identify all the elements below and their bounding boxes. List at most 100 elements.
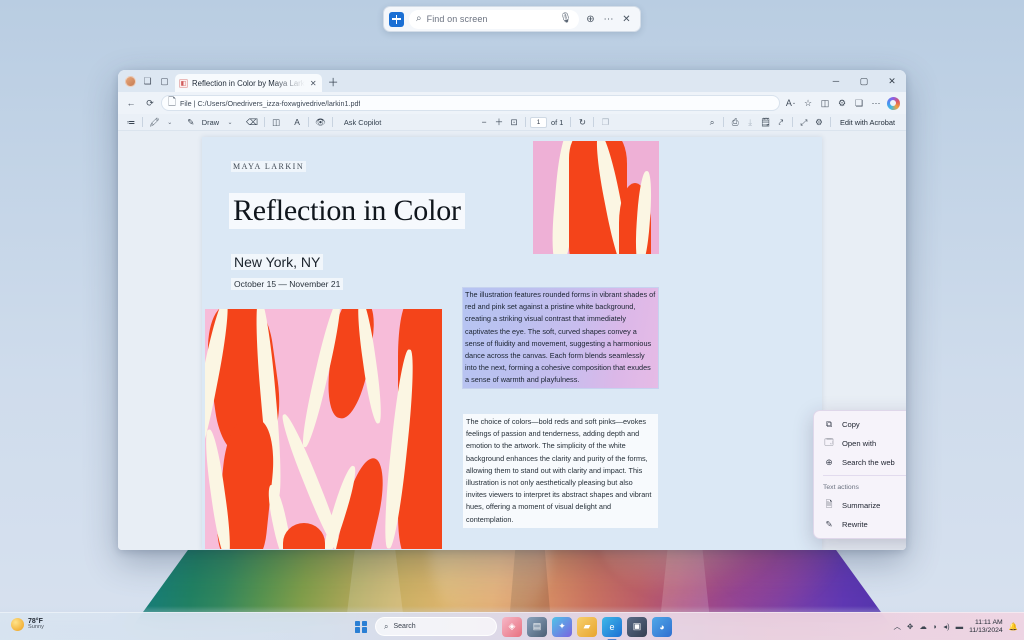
collections-icon[interactable]: ❏ xyxy=(141,75,154,88)
highlighter-icon[interactable]: 🖍 xyxy=(147,115,162,129)
pdf-file-icon: ◧ xyxy=(179,79,188,88)
pdf-toolbar: ≔ 🖍 ⌄ ✎ Draw ⌄ ⌫ ◫ A 👁 Ask Copilot − ＋ ⊡… xyxy=(118,114,906,131)
print-icon[interactable]: ⎙ xyxy=(728,115,742,129)
rotate-icon[interactable]: ↻ xyxy=(575,115,589,129)
read-aloud-icon[interactable]: 👁 xyxy=(313,115,328,129)
document-city: New York, NY xyxy=(231,254,323,270)
find-on-screen-placeholder: Find on screen xyxy=(427,14,488,24)
pdf-viewer: MAYA LARKIN Reflection in Color New York… xyxy=(118,131,906,550)
context-menu-item-rewrite[interactable]: ✎ Rewrite › xyxy=(817,515,906,534)
windows-taskbar[interactable]: 78°F Sunny ⌕ Search ◈ ▤ ✦ ▰ e ▣ ◕ ︿ ✥ ☁ … xyxy=(0,612,1024,640)
split-screen-icon[interactable]: ▢ xyxy=(158,75,171,88)
address-bar-url: File | C:/Users/Onedrivers_izza-foxwgive… xyxy=(180,99,360,108)
taskbar-search-label: Search xyxy=(393,623,415,630)
close-icon[interactable]: ✕ xyxy=(618,11,635,28)
file-explorer-icon[interactable]: ▰ xyxy=(577,617,597,637)
highlight-chevron-down-icon[interactable]: ⌄ xyxy=(163,115,177,129)
notification-bell-icon[interactable]: 🔔 xyxy=(1009,622,1018,631)
search-web-label: Search the web xyxy=(842,458,906,467)
copilot-app-icon[interactable]: ✦ xyxy=(552,617,572,637)
table-of-contents-icon[interactable]: ≔ xyxy=(124,115,138,129)
open-with-icon: 🗔 xyxy=(823,437,835,451)
settings-gear-icon[interactable]: ⚙ xyxy=(812,115,826,129)
pdf-page: MAYA LARKIN Reflection in Color New York… xyxy=(202,137,822,550)
edge-browser-icon[interactable]: e xyxy=(602,617,622,637)
share-icon[interactable]: ⤤ xyxy=(774,115,788,129)
clock-date: 11/13/2024 xyxy=(969,627,1003,635)
summarize-icon: 🗎 xyxy=(823,499,835,513)
store-icon[interactable]: ▣ xyxy=(627,617,647,637)
extensions-puzzle-icon[interactable]: ⚙ xyxy=(834,95,850,111)
star-favorite-icon[interactable]: ☆ xyxy=(800,95,816,111)
search-icon[interactable]: ⌕ xyxy=(705,115,719,129)
fit-to-page-icon[interactable]: ⊡ xyxy=(507,115,521,129)
context-menu-item-copy[interactable]: ⧉ Copy Ctrl+C xyxy=(817,415,906,434)
close-window-icon[interactable]: ✕ xyxy=(878,70,906,92)
browser-tab[interactable]: ◧ Reflection in Color by Maya Lark ✕ xyxy=(175,74,322,92)
close-tab-icon[interactable]: ✕ xyxy=(309,79,318,88)
weather-condition: Sunny xyxy=(28,625,44,631)
draw-chevron-down-icon[interactable]: ⌄ xyxy=(223,115,237,129)
edge-browser-window[interactable]: ❏ ▢ ◧ Reflection in Color by Maya Lark ✕… xyxy=(118,70,906,550)
refresh-icon[interactable]: ⟳ xyxy=(142,95,158,111)
split-screen-icon[interactable]: ◫ xyxy=(817,95,833,111)
cloud-icon[interactable]: ☁ xyxy=(919,622,927,631)
selected-paragraph[interactable]: The illustration features rounded forms … xyxy=(463,288,658,388)
context-menu-item-summarize[interactable]: 🗎 Summarize xyxy=(817,496,906,515)
context-menu-item-search-web[interactable]: ⊕ Search the web xyxy=(817,453,906,472)
page-layout-icon[interactable]: ❐ xyxy=(598,115,612,129)
edit-with-acrobat-button[interactable]: Edit with Acrobat xyxy=(835,117,900,128)
draw-pen-icon[interactable]: ✎ xyxy=(184,115,198,129)
taskbar-center-group: ⌕ Search ◈ ▤ ✦ ▰ e ▣ ◕ xyxy=(352,617,672,637)
address-bar[interactable]: 🗋 File | C:/Users/Onedrivers_izza-foxwgi… xyxy=(161,95,780,111)
draw-label[interactable]: Draw xyxy=(199,118,222,127)
photos-icon[interactable]: ◕ xyxy=(652,617,672,637)
context-menu[interactable]: ⧉ Copy Ctrl+C 🗔 Open with › ⊕ Search the… xyxy=(813,410,906,539)
globe-translate-icon[interactable]: ⊕ xyxy=(582,11,599,28)
document-dates: October 15 — November 21 xyxy=(231,278,343,290)
taskbar-clock[interactable]: 11:11 AM 11/13/2024 xyxy=(969,619,1003,635)
zoom-in-icon[interactable]: ＋ xyxy=(492,115,506,129)
collections-icon[interactable]: ❏ xyxy=(851,95,867,111)
taskbar-search-box[interactable]: ⌕ Search xyxy=(375,617,497,636)
taskbar-weather-widget[interactable]: 78°F Sunny xyxy=(6,616,49,633)
eraser-icon[interactable]: ⌫ xyxy=(244,115,260,129)
add-notes-icon[interactable]: 🗒 xyxy=(758,115,773,129)
microphone-icon[interactable]: 🎙 xyxy=(559,14,572,24)
read-aloud-icon[interactable]: A⌄ xyxy=(783,95,799,111)
settings-and-more-icon[interactable]: ⋯ xyxy=(868,95,884,111)
body-paragraph[interactable]: The choice of colors—bold reds and soft … xyxy=(463,414,658,528)
fullscreen-icon[interactable]: ⤢ xyxy=(797,115,811,129)
wifi-icon[interactable]: ◗ xyxy=(933,622,938,631)
show-hidden-icons-icon[interactable]: ︿ xyxy=(894,621,902,632)
minimize-icon[interactable]: ─ xyxy=(822,70,850,92)
rewrite-label: Rewrite xyxy=(842,520,906,529)
copilot-taskbar-icon[interactable]: ◈ xyxy=(502,617,522,637)
volume-icon[interactable]: ◂) xyxy=(943,622,949,631)
page-number-input[interactable]: 1 xyxy=(530,117,547,128)
document-author: MAYA LARKIN xyxy=(231,161,306,172)
profile-avatar-icon[interactable] xyxy=(124,75,137,88)
document-title: Reflection in Color xyxy=(229,193,465,229)
maximize-icon[interactable]: ▢ xyxy=(850,70,878,92)
onedrive-icon[interactable]: ✥ xyxy=(907,622,913,631)
back-arrow-icon[interactable]: ← xyxy=(123,95,139,111)
widgets-taskbar-icon[interactable]: ▤ xyxy=(527,617,547,637)
taskbar-system-tray: ︿ ✥ ☁ ◗ ◂) ▬ 11:11 AM 11/13/2024 🔔 xyxy=(894,619,1018,635)
text-style-icon[interactable]: A xyxy=(290,115,304,129)
find-on-screen-bar[interactable]: ⌕ Find on screen 🎙 ⊕ ⋯ ✕ xyxy=(383,6,641,32)
page-view-icon[interactable]: ◫ xyxy=(269,115,283,129)
search-icon: ⌕ xyxy=(416,14,422,24)
more-options-icon[interactable]: ⋯ xyxy=(600,11,617,28)
windows-start-icon[interactable] xyxy=(352,618,370,636)
find-on-screen-input[interactable]: ⌕ Find on screen 🎙 xyxy=(409,10,579,29)
new-tab-plus-icon[interactable]: ＋ xyxy=(322,74,345,92)
context-menu-item-open-with[interactable]: 🗔 Open with › xyxy=(817,434,906,453)
zoom-out-icon[interactable]: − xyxy=(477,115,491,129)
save-icon[interactable]: ⤓ xyxy=(743,115,757,129)
search-icon: ⌕ xyxy=(384,622,388,632)
browser-tabstrip: ❏ ▢ ◧ Reflection in Color by Maya Lark ✕… xyxy=(118,70,906,92)
battery-icon[interactable]: ▬ xyxy=(956,622,964,631)
ask-copilot-button[interactable]: Ask Copilot xyxy=(341,118,384,127)
copilot-icon[interactable] xyxy=(885,95,901,111)
